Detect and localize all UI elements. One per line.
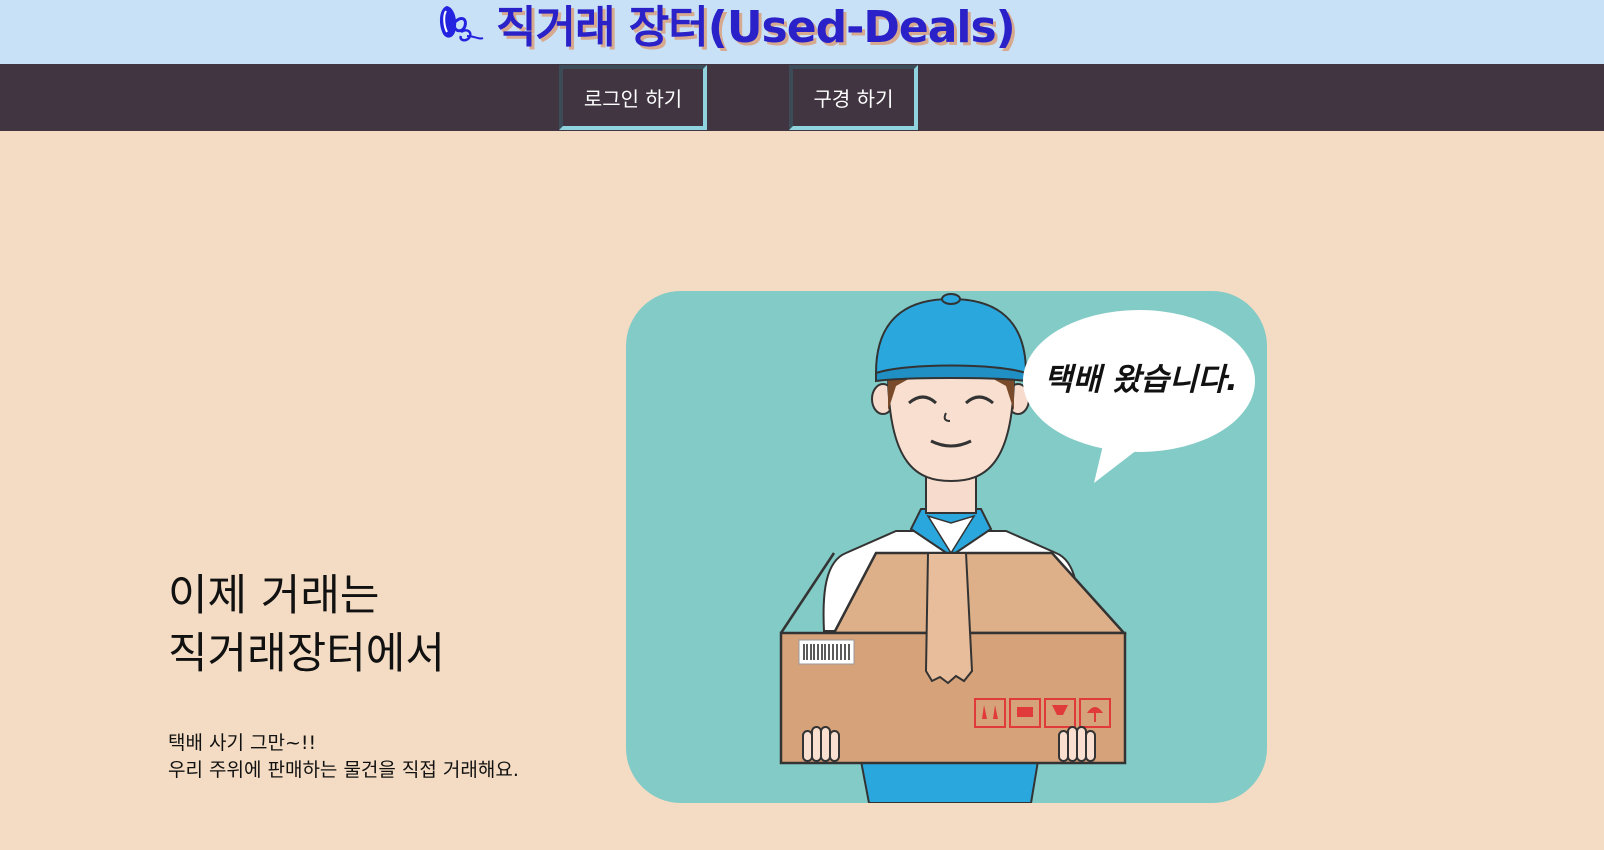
- hero-subtext: 택배 사기 그만~!! 우리 주위에 판매하는 물건을 직접 거래해요.: [168, 730, 519, 784]
- speech-bubble-text: 택배 왔습니다.: [1044, 362, 1238, 398]
- butterfly-logo-icon[interactable]: [437, 2, 487, 46]
- hero-headline-line1: 이제 거래는: [168, 571, 380, 621]
- hero-headline-line2: 직거래장터에서: [168, 629, 445, 679]
- speech-bubble: 택배 왔습니다.: [1023, 310, 1255, 483]
- hero-subtext-line1: 택배 사기 그만~!!: [168, 732, 317, 754]
- login-button[interactable]: 로그인 하기: [559, 65, 707, 130]
- delivery-man-illustration: 택배 왔습니다.: [626, 291, 1267, 803]
- hero-headline: 이제 거래는 직거래장터에서: [168, 567, 445, 683]
- site-header: 직거래 장터(Used-Deals): [0, 0, 1604, 64]
- browse-button[interactable]: 구경 하기: [789, 65, 918, 130]
- main-nav: 로그인 하기 구경 하기: [0, 64, 1604, 131]
- hero-subtext-line2: 우리 주위에 판매하는 물건을 직접 거래해요.: [168, 759, 519, 781]
- site-title[interactable]: 직거래 장터(Used-Deals): [496, 2, 1016, 54]
